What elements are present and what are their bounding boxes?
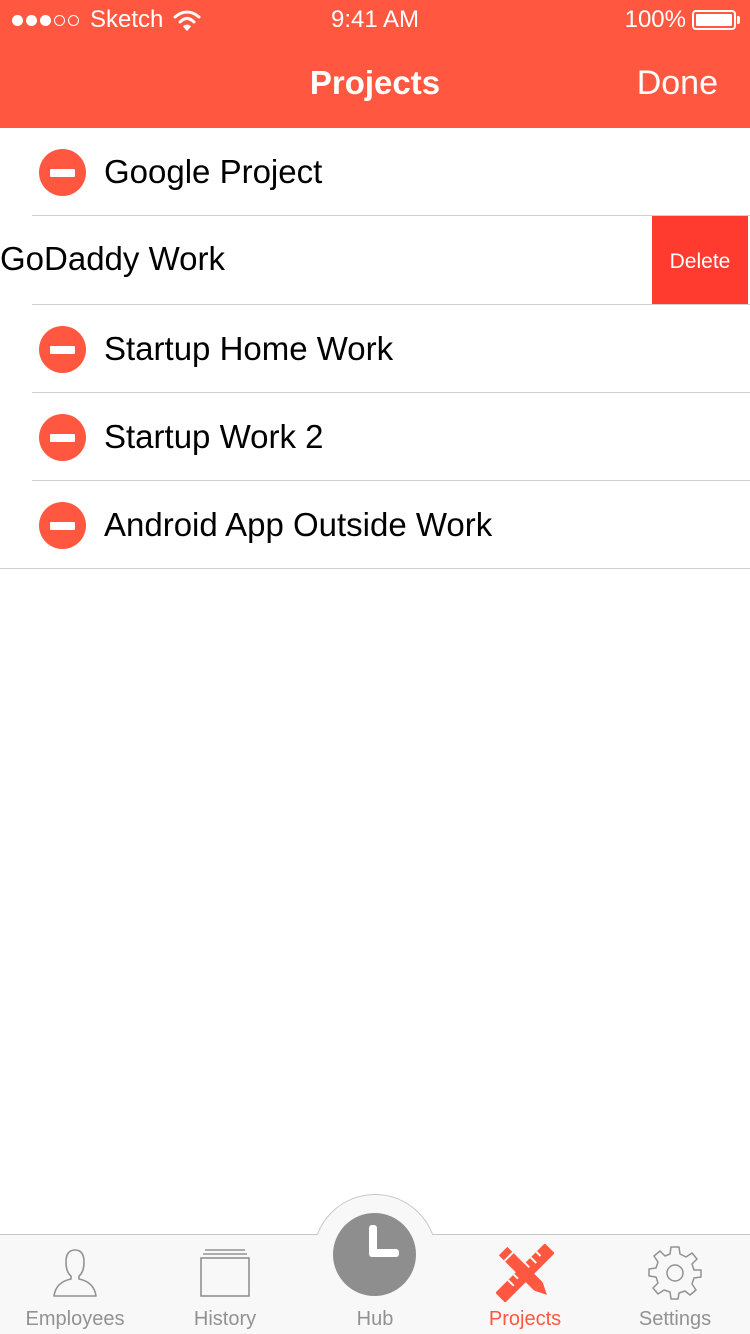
project-row[interactable]: Startup Home Work [0,305,750,393]
pencil-ruler-icon [450,1244,600,1302]
app-screen: Sketch 9:41 AM 100% Projects Done Google… [0,0,750,1334]
tab-history[interactable]: History [150,1235,300,1334]
project-row[interactable]: Startup Work 2 [0,393,750,481]
tab-label: History [193,1308,257,1330]
project-row[interactable]: Android App Outside Work [0,481,750,569]
tab-projects[interactable]: Projects [450,1235,600,1334]
header: Sketch 9:41 AM 100% Projects Done [0,0,750,128]
status-bar: Sketch 9:41 AM 100% [0,0,750,40]
project-row[interactable]: Google Project [0,128,750,216]
status-right: 100% [625,6,740,34]
project-row-swiped[interactable]: GoDaddy Work Delete [0,216,750,305]
tab-employees[interactable]: Employees [0,1235,150,1334]
person-icon [0,1245,150,1301]
tab-label: Employees [25,1308,125,1330]
battery-fill [696,14,732,26]
project-list: Google Project GoDaddy Work Delete Start… [0,128,750,569]
delete-minus-button[interactable] [39,502,86,549]
battery-percentage: 100% [624,6,686,33]
gear-icon [600,1245,750,1301]
project-name: Android App Outside Work [104,506,493,543]
delete-minus-button[interactable] [39,414,86,461]
tab-label: Projects [488,1308,562,1330]
stack-icon [150,1245,300,1301]
project-name: Startup Work 2 [104,418,324,455]
battery-tip [737,16,740,24]
tab-hub[interactable]: Hub [300,1235,450,1334]
project-name: GoDaddy Work [0,240,225,277]
delete-minus-button[interactable] [39,149,86,196]
tab-label: Hub [356,1308,394,1330]
delete-minus-button[interactable] [39,326,86,373]
project-name: Google Project [104,153,323,190]
tab-settings[interactable]: Settings [600,1235,750,1334]
tab-label: Settings [638,1308,712,1330]
project-name: Startup Home Work [104,330,394,367]
delete-button[interactable]: Delete [652,216,748,305]
done-button[interactable]: Done [637,58,718,108]
battery-icon [692,10,736,30]
